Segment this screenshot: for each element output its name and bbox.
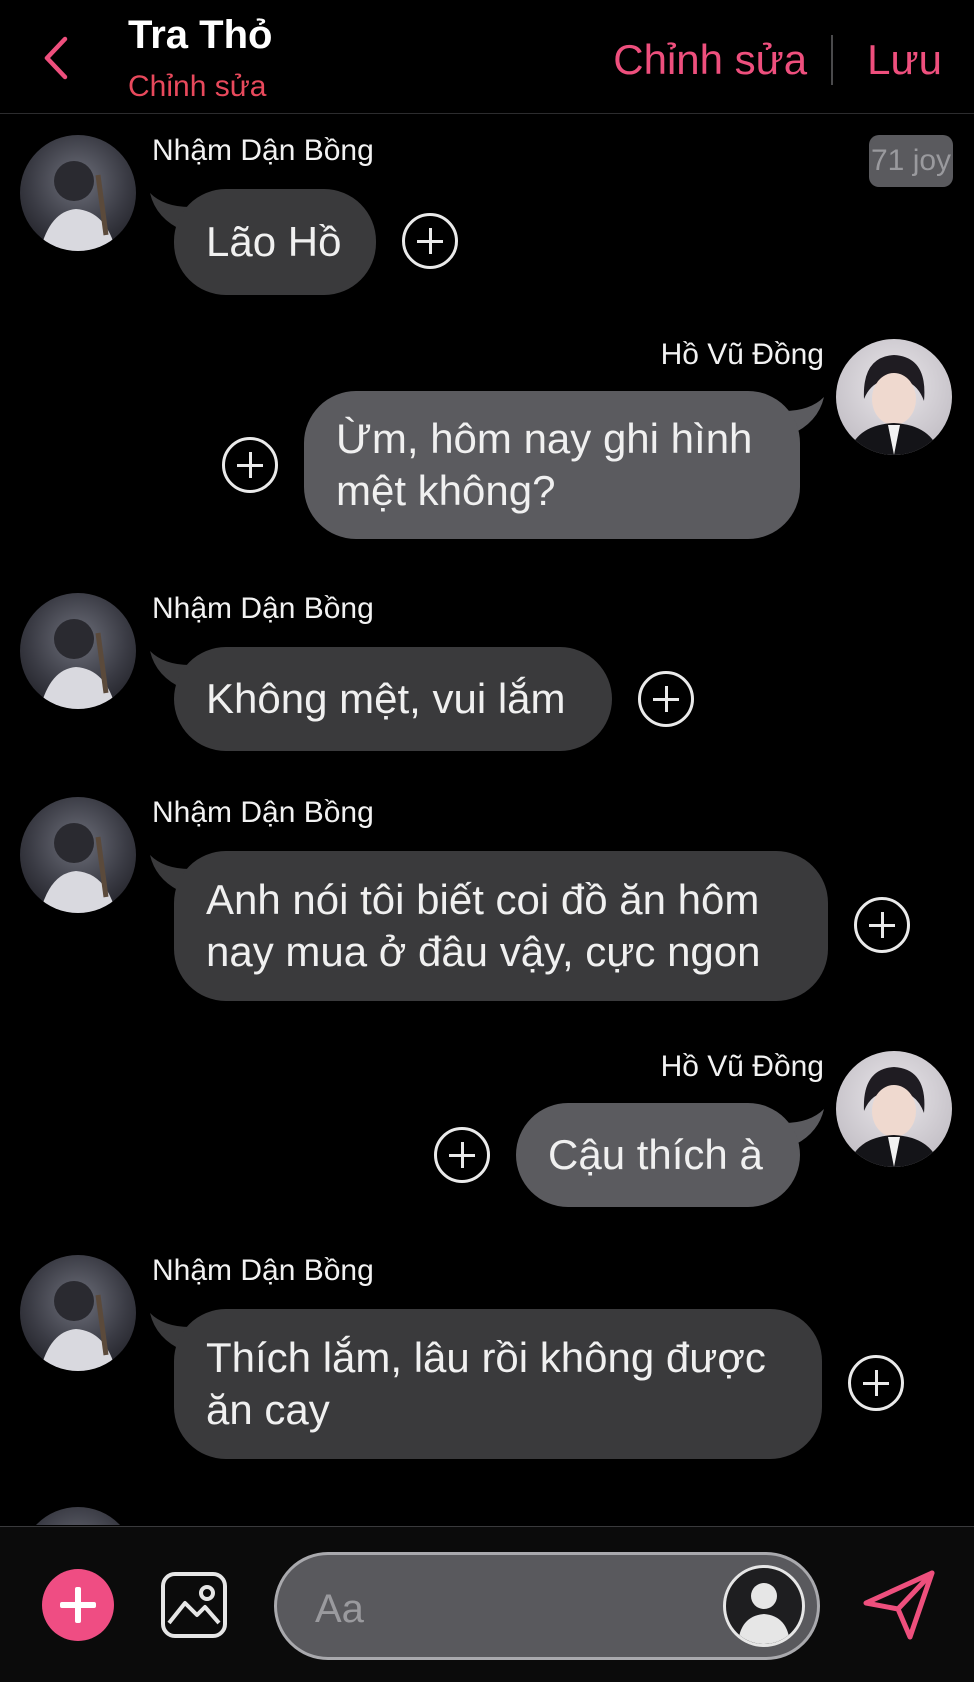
message-bubble[interactable]: Không mệt, vui lắm <box>174 647 612 751</box>
avatar-nham-dan-bong[interactable] <box>20 135 136 251</box>
image-icon[interactable] <box>160 1571 228 1639</box>
edit-button[interactable]: Chỉnh sửa <box>613 32 807 88</box>
add-plus-icon[interactable] <box>42 1569 114 1641</box>
message-bubble[interactable]: Ừm, hôm nay ghi hình mệt không? <box>304 391 800 539</box>
message-plus-icon[interactable] <box>848 1355 904 1411</box>
message-input-placeholder: Aa <box>315 1587 364 1631</box>
message-plus-icon[interactable] <box>402 213 458 269</box>
chevron-left-icon <box>44 36 68 80</box>
message-text: Ừm, hôm nay ghi hình mệt không? <box>336 415 753 514</box>
sender-name: Nhậm Dận Bồng <box>152 1254 374 1287</box>
message-plus-icon[interactable] <box>222 437 278 493</box>
chat-title: Tra Thỏ <box>128 13 273 57</box>
chat-header: Tra Thỏ Chỉnh sửa Chỉnh sửa Lưu <box>0 0 974 114</box>
message-text: Không mệt, vui lắm <box>206 675 566 722</box>
avatar-nham-dan-bong[interactable] <box>20 1507 136 1525</box>
sender-name: Hồ Vũ Đồng <box>660 338 824 371</box>
user-avatar-icon[interactable] <box>723 1565 805 1647</box>
message-bubble[interactable]: Lão Hồ <box>174 189 376 295</box>
chat-subtitle: Chỉnh sửa <box>128 70 267 103</box>
avatar-ho-vu-dong[interactable] <box>836 339 952 455</box>
sender-name: Hồ Vũ Đồng <box>660 1050 824 1083</box>
save-button[interactable]: Lưu <box>867 32 942 88</box>
avatar-nham-dan-bong[interactable] <box>20 593 136 709</box>
message-text: Anh nói tôi biết coi đồ ăn hôm nay mua ở… <box>206 876 761 975</box>
composer-bar: Aa <box>0 1526 974 1682</box>
send-icon[interactable] <box>860 1565 938 1643</box>
header-divider <box>831 35 834 85</box>
sender-name: Nhậm Dận Bồng <box>152 796 374 829</box>
avatar-nham-dan-bong[interactable] <box>20 797 136 913</box>
message-list[interactable]: 71 joy Nhậm Dận Bồng Lão Hồ Hồ Vũ Đồng Ừ… <box>0 115 974 1525</box>
avatar-ho-vu-dong[interactable] <box>836 1051 952 1167</box>
message-bubble[interactable]: Cậu thích à <box>516 1103 800 1207</box>
message-plus-icon[interactable] <box>854 897 910 953</box>
message-bubble[interactable]: Anh nói tôi biết coi đồ ăn hôm nay mua ở… <box>174 851 828 1001</box>
back-button[interactable] <box>34 30 78 86</box>
sender-name: Nhậm Dận Bồng <box>152 592 374 625</box>
message-text: Lão Hồ <box>206 218 342 265</box>
sender-name: Nhậm Dận Bồng <box>152 134 374 167</box>
chat-title-block: Tra Thỏ Chỉnh sửa <box>128 12 272 104</box>
message-input[interactable]: Aa <box>274 1552 820 1660</box>
joy-badge: 71 joy <box>869 135 953 187</box>
message-bubble[interactable]: Thích lắm, lâu rồi không được ăn cay <box>174 1309 822 1459</box>
avatar-nham-dan-bong[interactable] <box>20 1255 136 1371</box>
message-plus-icon[interactable] <box>434 1127 490 1183</box>
message-text: Thích lắm, lâu rồi không được ăn cay <box>206 1334 766 1433</box>
message-text: Cậu thích à <box>548 1131 763 1178</box>
header-actions: Chỉnh sửa Lưu <box>613 32 942 88</box>
message-plus-icon[interactable] <box>638 671 694 727</box>
